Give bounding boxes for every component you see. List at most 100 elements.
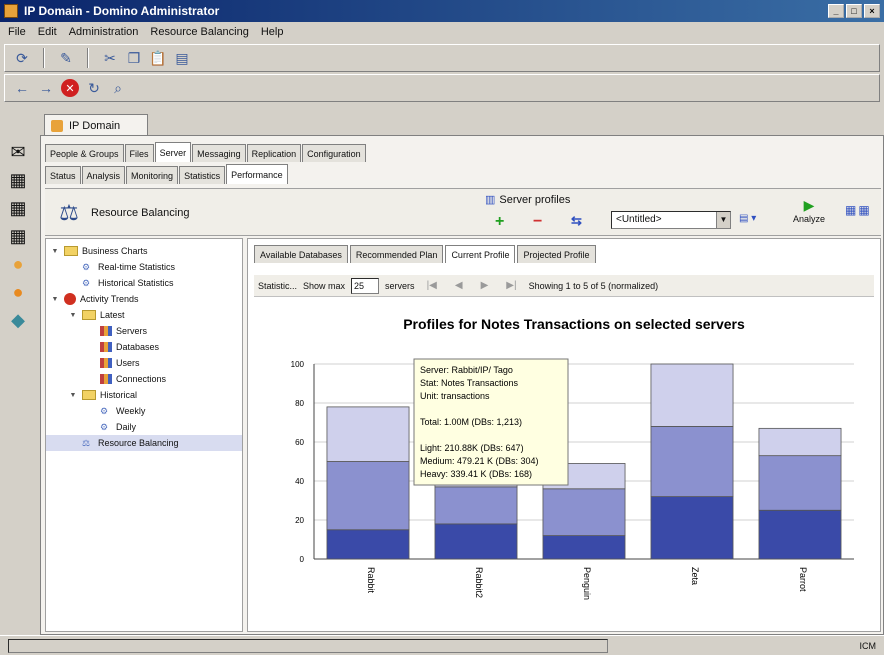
cut-icon[interactable]: ✂ <box>101 49 119 67</box>
admin-icon[interactable]: ● <box>6 280 30 304</box>
tree-item[interactable]: Databases <box>46 339 242 355</box>
tree-item[interactable]: Connections <box>46 371 242 387</box>
tab-recommended-plan[interactable]: Recommended Plan <box>349 245 444 263</box>
statistic-button[interactable]: Statistic... <box>258 281 297 291</box>
admin-panel: People & Groups Files Server Messaging R… <box>40 135 884 635</box>
y-tick-label: 20 <box>295 516 304 525</box>
add-profile-button[interactable]: + <box>495 213 504 231</box>
todo-icon[interactable]: ▦ <box>6 224 30 248</box>
tree-item[interactable]: ▼ Historical <box>46 387 242 403</box>
calendar-icon[interactable]: ▦ <box>6 168 30 192</box>
x-tick-label: Rabbit <box>366 567 376 594</box>
menu-file[interactable]: File <box>8 26 26 38</box>
expand-toggle-icon[interactable]: ▼ <box>50 296 60 303</box>
tree-item[interactable]: Servers <box>46 323 242 339</box>
chart-icon <box>100 326 112 336</box>
menu-edit[interactable]: Edit <box>38 26 57 38</box>
mail-icon[interactable]: ✉ <box>6 140 30 164</box>
first-page-button[interactable]: |◀ <box>421 280 443 291</box>
edit-icon[interactable]: ✎ <box>57 49 75 67</box>
last-page-button[interactable]: ▶| <box>500 280 522 291</box>
remove-profile-button[interactable]: − <box>533 213 542 231</box>
profile-view: Available Databases Recommended Plan Cur… <box>247 238 881 632</box>
status-location[interactable]: ICM <box>860 641 877 651</box>
tab-messaging[interactable]: Messaging <box>192 144 246 162</box>
domain-icon <box>51 119 63 132</box>
toolbar-main: ⟳ ✎ ✂ ❐ 📋 ▤ <box>4 44 880 72</box>
refresh-icon[interactable]: ⟳ <box>13 49 31 67</box>
forward-icon[interactable]: → <box>37 79 55 97</box>
stop-icon[interactable]: ✕ <box>61 79 79 97</box>
bar-segment <box>542 488 626 537</box>
close-button[interactable]: × <box>864 4 880 18</box>
toolbar-separator <box>43 48 45 68</box>
tab-server[interactable]: Server <box>154 142 192 162</box>
replicator-icon[interactable]: ● <box>6 252 30 276</box>
copy-icon[interactable]: ❐ <box>125 49 143 67</box>
layout-icon[interactable]: ▦▦ <box>845 203 872 217</box>
properties-icon[interactable]: ▤ <box>173 49 191 67</box>
minimize-button[interactable]: _ <box>828 4 844 18</box>
tree-item[interactable]: ⚙ Weekly <box>46 403 242 419</box>
tab-people-groups[interactable]: People & Groups <box>45 144 124 162</box>
tab-performance[interactable]: Performance <box>226 164 288 184</box>
next-page-button[interactable]: ▶ <box>475 280 495 291</box>
search-icon[interactable]: ⌕ <box>109 79 127 97</box>
tab-files[interactable]: Files <box>124 144 154 162</box>
expand-toggle-icon[interactable]: ▼ <box>50 248 60 255</box>
menu-help[interactable]: Help <box>261 26 284 38</box>
tab-projected-profile[interactable]: Projected Profile <box>517 245 596 263</box>
server-profiles-icon: ▥ <box>485 194 496 206</box>
tree-item[interactable]: ⚙ Daily <box>46 419 242 435</box>
x-tick-label: Zeta <box>690 567 700 585</box>
document-tab-label: IP Domain <box>69 119 121 132</box>
tree-item[interactable]: ▼ Business Charts <box>46 243 242 259</box>
chart-icon <box>100 342 112 352</box>
tab-statistics[interactable]: Statistics <box>179 166 226 184</box>
tree-item[interactable]: ▼ Activity Trends <box>46 291 242 307</box>
tab-analysis[interactable]: Analysis <box>81 166 126 184</box>
chart-icon <box>100 358 112 368</box>
folder-icon <box>64 246 78 256</box>
stats-icon: ⚙ <box>100 422 109 432</box>
expand-toggle-icon[interactable]: ▼ <box>68 392 78 399</box>
tab-current-profile[interactable]: Current Profile <box>445 245 516 263</box>
tree-item[interactable]: ⚙ Real-time Statistics <box>46 259 242 275</box>
menu-administration[interactable]: Administration <box>69 26 139 38</box>
tab-available-databases[interactable]: Available Databases <box>254 245 348 263</box>
paste-icon[interactable]: 📋 <box>149 49 167 67</box>
chevron-down-icon[interactable]: ▼ <box>716 212 730 228</box>
bookmark-bar: ✉ ▦ ▦ ▦ ● ● ◆ <box>0 136 38 636</box>
show-max-input[interactable]: 25 <box>351 277 380 294</box>
profile-options-icon[interactable]: ▤ ▾ <box>739 213 756 224</box>
profile-chart: Profiles for Notes Transactions on selec… <box>291 316 854 600</box>
tree-item[interactable]: Users <box>46 355 242 371</box>
analyze-button[interactable]: ▶ Analyze <box>791 197 827 224</box>
tree-item-label: Weekly <box>116 406 146 416</box>
swap-profile-button[interactable]: ⇆ <box>571 213 582 229</box>
refresh-page-icon[interactable]: ↻ <box>85 79 103 97</box>
tab-monitoring[interactable]: Monitoring <box>126 166 179 184</box>
tree-item[interactable]: ⚖ Resource Balancing <box>46 435 242 451</box>
play-icon: ▶ <box>803 197 815 213</box>
tree-item-label: Daily <box>116 422 137 432</box>
prev-page-button[interactable]: ◀ <box>449 280 469 291</box>
tab-replication[interactable]: Replication <box>246 144 302 162</box>
document-tab[interactable]: IP Domain <box>44 114 148 136</box>
databases-icon[interactable]: ◆ <box>6 308 30 332</box>
back-icon[interactable]: ← <box>13 79 31 97</box>
profile-select[interactable]: <Untitled> ▼ <box>611 211 731 229</box>
tree-item[interactable]: ⚙ Historical Statistics <box>46 275 242 291</box>
tab-status[interactable]: Status <box>45 166 81 184</box>
status-bar: ICM <box>0 635 884 655</box>
menu-resource-balancing[interactable]: Resource Balancing <box>150 26 248 38</box>
tree-item-label: Users <box>116 358 140 368</box>
resource-balancing-header: ⚖ Resource Balancing ▥ Server profiles +… <box>45 188 881 236</box>
contacts-icon[interactable]: ▦ <box>6 196 30 220</box>
tab-configuration[interactable]: Configuration <box>302 144 366 162</box>
expand-toggle-icon[interactable]: ▼ <box>68 312 78 319</box>
resource-balancing-icon: ⚖ <box>59 200 79 225</box>
server-profiles-label: Server profiles <box>499 193 571 206</box>
tree-item[interactable]: ▼ Latest <box>46 307 242 323</box>
maximize-button[interactable]: □ <box>846 4 862 18</box>
